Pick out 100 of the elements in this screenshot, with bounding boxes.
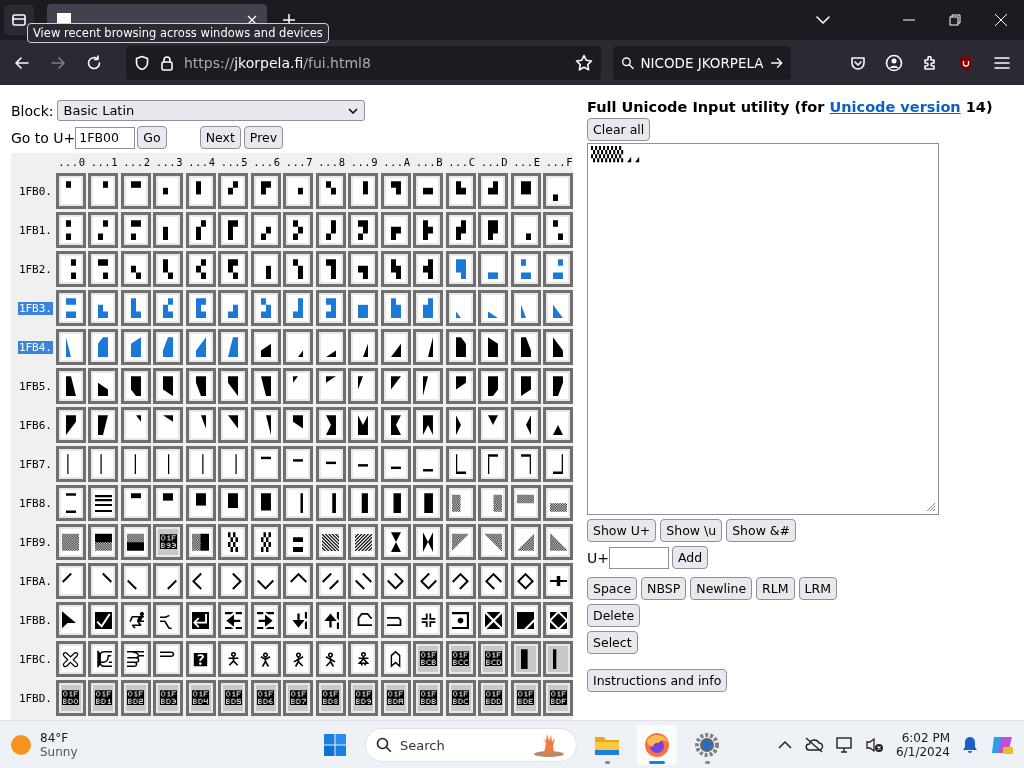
character-cell[interactable]: 🮀 [55, 485, 86, 521]
character-cell[interactable]: 🭕 [218, 368, 248, 404]
character-cell[interactable]: 🭰 [55, 446, 86, 482]
character-cell[interactable]: 🭐 [55, 368, 86, 404]
character-cell[interactable]: 🯞 [510, 680, 541, 716]
character-cell[interactable]: 🮅 [218, 485, 248, 521]
show-button[interactable]: Show U+ [587, 519, 657, 542]
character-cell[interactable]: 🭲 [120, 446, 151, 482]
tab-list-icon[interactable] [11, 12, 27, 28]
character-cell[interactable]: 🬿 [543, 290, 573, 326]
reload-icon[interactable] [86, 54, 102, 71]
character-cell[interactable]: 🮢 [120, 563, 151, 599]
character-cell[interactable]: 🬏 [543, 173, 573, 209]
character-cell[interactable]: 🭫 [413, 407, 443, 443]
character-cell[interactable]: 🭏 [543, 329, 573, 365]
character-cell[interactable]: 🯙 [348, 680, 378, 716]
character-cell[interactable]: 🬝 [478, 212, 508, 248]
select-button[interactable]: Select [587, 631, 638, 654]
unicode-version-link[interactable]: Unicode version [829, 99, 961, 115]
character-cell[interactable]: 🮁 [88, 485, 118, 521]
character-cell[interactable]: 🮥 [218, 563, 248, 599]
character-cell[interactable]: 🬋 [413, 173, 443, 209]
character-cell[interactable]: 🮬 [445, 563, 476, 599]
character-cell[interactable]: 🭗 [283, 368, 313, 404]
character-cell[interactable]: 🬨 [315, 251, 346, 287]
character-cell[interactable]: 🭹 [348, 446, 378, 482]
character-cell[interactable]: 🬮 [510, 251, 541, 287]
character-cell[interactable]: 🮠 [55, 563, 86, 599]
character-cell[interactable]: 🬬 [445, 251, 476, 287]
character-cell[interactable]: 🬌 [445, 173, 476, 209]
character-cell[interactable]: 🮔 [185, 524, 216, 560]
character-cell[interactable]: 🯁 [88, 641, 118, 677]
character-cell[interactable]: 🬪 [380, 251, 411, 287]
character-cell[interactable]: 🮣 [153, 563, 183, 599]
lock-icon[interactable] [160, 54, 174, 71]
taskbar-search-field[interactable]: Search [365, 728, 577, 762]
character-cell[interactable]: 🮏 [543, 485, 573, 521]
chevron-down-icon[interactable] [816, 15, 830, 25]
character-cell[interactable]: 🮌 [445, 485, 476, 521]
character-cell[interactable]: 🯗 [283, 680, 313, 716]
character-cell[interactable]: 🮎 [510, 485, 541, 521]
character-cell[interactable]: 🬧 [283, 251, 313, 287]
character-cell[interactable]: 🮗 [283, 524, 313, 560]
next-button[interactable]: Next [199, 126, 241, 149]
character-cell[interactable]: 🭤 [185, 407, 216, 443]
character-cell[interactable]: 🯆 [250, 641, 281, 677]
character-cell[interactable]: 🮴 [185, 602, 216, 638]
chevron-up-icon[interactable] [778, 739, 793, 750]
character-cell[interactable]: 🬸 [315, 290, 346, 326]
character-cell[interactable]: 🯓 [153, 680, 183, 716]
character-cell[interactable]: 🬒 [120, 212, 151, 248]
character-cell[interactable]: 🮓 [153, 524, 183, 560]
character-cell[interactable]: 🯑 [88, 680, 118, 716]
character-cell[interactable]: 🮙 [348, 524, 378, 560]
character-cell[interactable]: 🭱 [88, 446, 118, 482]
character-cell[interactable]: 🮒 [120, 524, 151, 560]
character-cell[interactable]: 🮧 [283, 563, 313, 599]
character-cell[interactable]: 🭅 [218, 329, 248, 365]
show-button[interactable]: Show \u [660, 519, 723, 542]
resize-grip-icon[interactable] [924, 500, 936, 512]
character-cell[interactable]: 🬫 [413, 251, 443, 287]
character-cell[interactable]: 🮭 [478, 563, 508, 599]
block-dropdown[interactable]: Basic Latin [56, 100, 365, 121]
character-cell[interactable]: 🬛 [413, 212, 443, 248]
character-cell[interactable]: 🯈 [315, 641, 346, 677]
character-cell[interactable]: 🭽 [478, 446, 508, 482]
character-cell[interactable]: 🭔 [185, 368, 216, 404]
character-cell[interactable]: 🭙 [348, 368, 378, 404]
character-cell[interactable]: 🮛 [413, 524, 443, 560]
monitor-icon[interactable] [836, 736, 855, 753]
character-cell[interactable]: 🭑 [88, 368, 118, 404]
character-cell[interactable]: 🬴 [185, 290, 216, 326]
character-cell[interactable]: 🭨 [315, 407, 346, 443]
character-cell[interactable]: 🮱 [88, 602, 118, 638]
character-cell[interactable]: 🮾 [510, 602, 541, 638]
character-cell[interactable]: 🯅 [218, 641, 248, 677]
character-cell[interactable]: 🭋 [413, 329, 443, 365]
character-cell[interactable]: 🭺 [380, 446, 411, 482]
character-cell[interactable]: 🭿 [543, 446, 573, 482]
character-cell[interactable]: 🮘 [315, 524, 346, 560]
character-cell[interactable]: 🯌 [445, 641, 476, 677]
character-cell[interactable]: 🮟 [543, 524, 573, 560]
restore-icon[interactable] [949, 14, 961, 26]
character-cell[interactable]: 🮕 [218, 524, 248, 560]
character-cell[interactable]: 🬃 [153, 173, 183, 209]
character-cell[interactable]: 🬯 [543, 251, 573, 287]
character-cell[interactable]: 🭳 [153, 446, 183, 482]
character-cell[interactable]: 🯘 [315, 680, 346, 716]
character-cell[interactable]: 🭚 [380, 368, 411, 404]
character-cell[interactable]: 🯒 [120, 680, 151, 716]
character-cell[interactable]: 🮝 [478, 524, 508, 560]
address-bar[interactable]: https://jkorpela.fi/fui.html8 [126, 45, 601, 80]
character-cell[interactable]: 🭡 [88, 407, 118, 443]
character-cell[interactable]: 🬕 [218, 212, 248, 248]
character-cell[interactable]: 🭻 [413, 446, 443, 482]
character-cell[interactable]: 🬭 [478, 251, 508, 287]
character-cell[interactable]: 🮰 [55, 602, 86, 638]
character-cell[interactable]: 🬍 [478, 173, 508, 209]
character-cell[interactable]: 🮑 [88, 524, 118, 560]
character-cell[interactable]: 🯇 [283, 641, 313, 677]
